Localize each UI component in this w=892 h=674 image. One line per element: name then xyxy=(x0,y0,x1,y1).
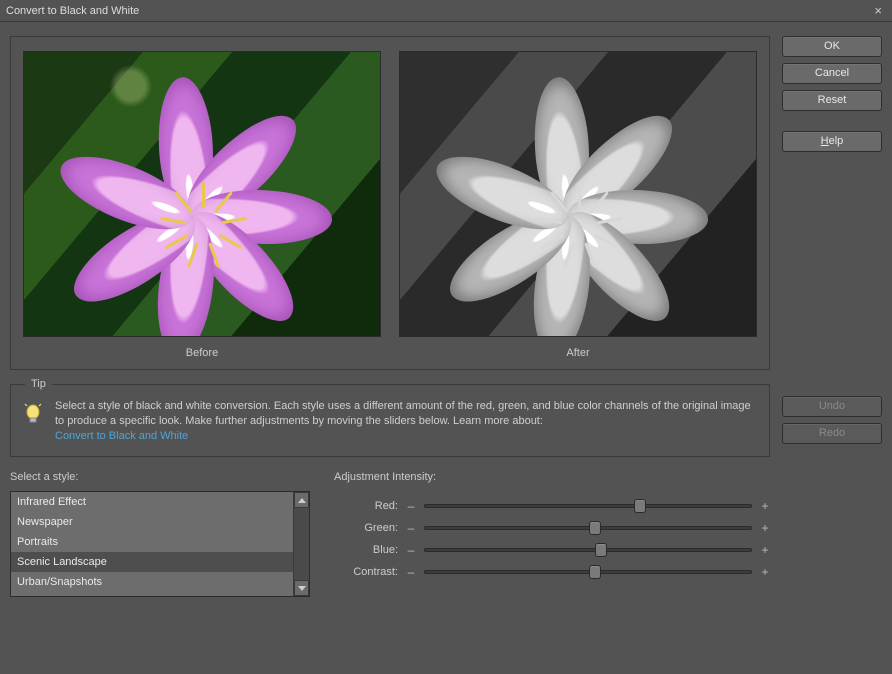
tip-legend: Tip xyxy=(25,378,52,390)
scroll-track[interactable] xyxy=(294,508,309,580)
lightbulb-icon xyxy=(23,403,43,430)
slider-row: Red:– + xyxy=(334,495,770,517)
titlebar[interactable]: Convert to Black and White × xyxy=(0,0,892,22)
chevron-down-icon xyxy=(298,586,306,591)
style-item[interactable]: Infrared Effect xyxy=(11,492,293,512)
slider-plus-button[interactable]: + xyxy=(760,565,770,579)
styles-label: Select a style: xyxy=(10,471,310,483)
before-label: Before xyxy=(186,347,218,359)
slider-track[interactable] xyxy=(424,526,752,530)
slider-label: Red: xyxy=(334,500,398,512)
tip-link[interactable]: Convert to Black and White xyxy=(55,430,188,442)
help-label-rest: elp xyxy=(829,135,844,147)
slider-row: Contrast:– + xyxy=(334,561,770,583)
slider-minus-button[interactable]: – xyxy=(406,499,416,513)
slider-label: Blue: xyxy=(334,544,398,556)
style-item[interactable]: Urban/Snapshots xyxy=(11,572,293,592)
slider-thumb[interactable] xyxy=(589,565,601,579)
tip-text: Select a style of black and white conver… xyxy=(55,399,757,444)
slider-track[interactable] xyxy=(424,570,752,574)
close-icon[interactable]: × xyxy=(870,3,886,18)
tip-body: Select a style of black and white conver… xyxy=(55,400,751,427)
slider-thumb[interactable] xyxy=(634,499,646,513)
ok-button[interactable]: OK xyxy=(782,36,882,57)
style-item[interactable]: Scenic Landscape xyxy=(11,552,293,572)
slider-minus-button[interactable]: – xyxy=(406,565,416,579)
adjustment-title: Adjustment Intensity: xyxy=(334,471,770,483)
redo-button[interactable]: Redo xyxy=(782,423,882,444)
before-image xyxy=(23,51,381,337)
after-label: After xyxy=(566,347,589,359)
slider-row: Green:– + xyxy=(334,517,770,539)
tip-box: Tip Select a style of black and white co… xyxy=(10,384,770,457)
style-item[interactable]: Portraits xyxy=(11,532,293,552)
slider-label: Green: xyxy=(334,522,398,534)
style-item[interactable]: Newspaper xyxy=(11,512,293,532)
styles-scrollbar[interactable] xyxy=(293,492,309,596)
slider-track[interactable] xyxy=(424,548,752,552)
slider-thumb[interactable] xyxy=(595,543,607,557)
slider-minus-button[interactable]: – xyxy=(406,543,416,557)
preview-panel: Before After xyxy=(10,36,770,370)
styles-listbox[interactable]: Infrared EffectNewspaperPortraitsScenic … xyxy=(10,491,310,597)
slider-label: Contrast: xyxy=(334,566,398,578)
slider-thumb[interactable] xyxy=(589,521,601,535)
help-button[interactable]: Help xyxy=(782,131,882,152)
undo-button[interactable]: Undo xyxy=(782,396,882,417)
reset-button[interactable]: Reset xyxy=(782,90,882,111)
slider-plus-button[interactable]: + xyxy=(760,521,770,535)
cancel-button[interactable]: Cancel xyxy=(782,63,882,84)
after-image xyxy=(399,51,757,337)
slider-plus-button[interactable]: + xyxy=(760,543,770,557)
scroll-down-button[interactable] xyxy=(294,580,309,596)
slider-plus-button[interactable]: + xyxy=(760,499,770,513)
dialog-title: Convert to Black and White xyxy=(6,5,870,17)
help-mnemonic: H xyxy=(821,135,829,147)
chevron-up-icon xyxy=(298,498,306,503)
slider-track[interactable] xyxy=(424,504,752,508)
slider-row: Blue:– + xyxy=(334,539,770,561)
scroll-up-button[interactable] xyxy=(294,492,309,508)
slider-minus-button[interactable]: – xyxy=(406,521,416,535)
